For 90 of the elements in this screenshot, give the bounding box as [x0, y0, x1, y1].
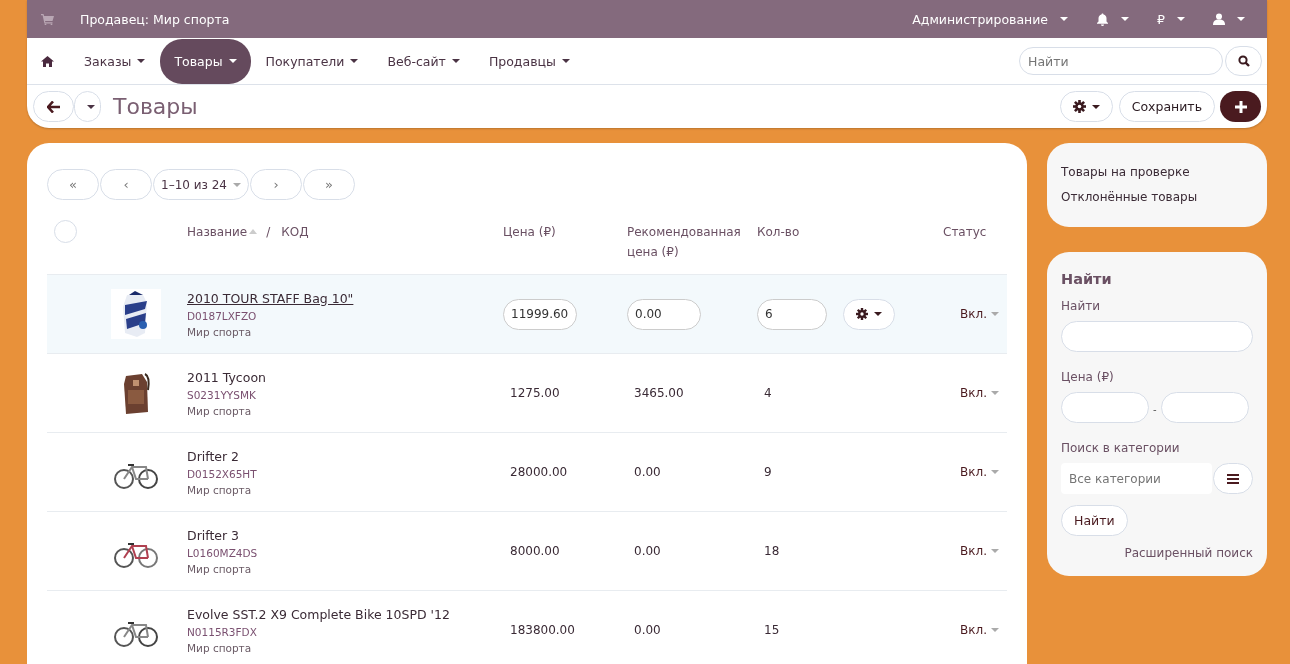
find-input[interactable] [1061, 321, 1253, 352]
product-name-link[interactable]: Drifter 2 [187, 448, 240, 464]
list-price-cell-text: 3465.00 [633, 386, 684, 400]
product-code: D0187LXFZO [187, 309, 257, 322]
product-code: N0115R3FDX [187, 625, 257, 638]
range-dash: - [1153, 404, 1157, 415]
status-column-header[interactable]: Статус [943, 225, 987, 239]
price-input[interactable]: 11999.60 [503, 298, 577, 330]
price-from-input[interactable] [1061, 392, 1149, 423]
status-dropdown[interactable]: Вкл. [960, 386, 999, 400]
advanced-search-link[interactable]: Расширенный поиск [1124, 546, 1253, 560]
list-price-cell-text: 0.00 [633, 465, 661, 479]
quantity-cell-text: 4 [763, 386, 772, 400]
list-price-cell-text: 0.00 [633, 544, 661, 558]
code-column-header[interactable]: КОД [281, 222, 309, 242]
home-icon[interactable] [41, 55, 54, 67]
nav-tab[interactable]: Заказы [70, 38, 160, 84]
vendor-name: Мир спорта [187, 404, 252, 417]
product-name-link[interactable]: Evolve SST.2 X9 Complete Bike 10SPD '12 [187, 606, 450, 622]
history-dropdown[interactable] [74, 91, 101, 122]
status-dropdown[interactable]: Вкл. [960, 307, 999, 321]
list-price-cell-text: 0.00 [633, 623, 661, 637]
vendor-name: Мир спорта [187, 641, 252, 654]
user-menu[interactable] [1213, 13, 1245, 25]
nav-tab[interactable]: Покупатели [251, 38, 373, 84]
quantity-cell-text: 15 [763, 623, 780, 637]
product-code: S0231YYSMK [187, 388, 256, 401]
quantity-column-header[interactable]: Кол-во [757, 225, 800, 239]
vendor-name: Мир спорта [187, 483, 252, 496]
search-submit-button[interactable]: Найти [1061, 505, 1128, 536]
search-button[interactable] [1225, 46, 1262, 76]
list-price-input[interactable]: 0.00 [627, 298, 701, 330]
product-code: L0160MZ4DS [187, 546, 258, 559]
first-page-button[interactable]: « [47, 169, 99, 200]
sidebar-link[interactable]: Отклонённые товары [1061, 190, 1253, 204]
price-cell-text: 183800.00 [509, 623, 575, 637]
arrow-left-icon [47, 100, 60, 113]
field-label: Найти [1061, 299, 1101, 313]
vendor-title: Продавец: Мир спорта [80, 11, 230, 27]
field-label: Цена (₽) [1061, 370, 1115, 384]
currency-menu[interactable]: ₽ [1157, 11, 1185, 27]
name-column-header[interactable]: Название [187, 222, 248, 242]
product-name-link[interactable]: 2011 Tycoon [187, 369, 266, 385]
user-icon [1213, 13, 1225, 25]
price-to-input[interactable] [1160, 392, 1249, 423]
admin-menu[interactable]: Администрирование [912, 11, 1069, 27]
price-column-header[interactable]: Цена (₽) [503, 225, 556, 239]
add-button[interactable] [1220, 91, 1261, 122]
gear-icon [856, 308, 868, 320]
status-dropdown[interactable]: Вкл. [960, 623, 999, 637]
product-code: D0152X65HT [187, 467, 257, 480]
product-name-link[interactable]: 2010 TOUR STAFF Bag 10" [187, 290, 354, 306]
nav-tab[interactable]: Товары [160, 38, 251, 84]
status-dropdown[interactable]: Вкл. [960, 544, 999, 558]
last-page-button[interactable]: » [303, 169, 355, 200]
search-field[interactable]: Найти [1019, 47, 1223, 75]
quantity-input[interactable]: 6 [757, 298, 827, 330]
price-cell-text: 28000.00 [509, 465, 568, 479]
category-input[interactable]: Все категории [1061, 463, 1212, 494]
product-name-link[interactable]: Drifter 3 [187, 527, 240, 543]
notifications-button[interactable] [1096, 12, 1130, 26]
save-button[interactable]: Сохранить [1118, 91, 1215, 122]
vendor-name: Мир спорта [187, 325, 252, 338]
sort-icon [249, 229, 258, 234]
quantity-cell-text: 18 [763, 544, 780, 558]
next-page-button[interactable]: › [250, 169, 302, 200]
price-cell-text: 8000.00 [509, 544, 560, 558]
search-panel-title: Найти [1061, 271, 1113, 287]
quantity-cell-text: 9 [763, 465, 772, 479]
nav-tab[interactable]: Веб-сайт [373, 38, 474, 84]
page-title: Товары [113, 94, 198, 119]
menu-button[interactable] [1213, 463, 1253, 494]
back-button[interactable] [33, 91, 74, 122]
plus-icon [1234, 100, 1247, 113]
bell-icon [1096, 12, 1110, 26]
vendor-name: Мир спорта [187, 562, 252, 575]
search-icon [1237, 55, 1250, 67]
header-separator: / [266, 224, 271, 241]
previous-page-button[interactable]: ‹ [100, 169, 152, 200]
list-price-column-header[interactable]: Рекомендованная цена (₽) [627, 222, 745, 262]
sidebar-link[interactable]: Товары на проверке [1061, 165, 1253, 179]
gear-icon [1072, 100, 1086, 113]
field-label: Поиск в категории [1061, 441, 1181, 455]
status-dropdown[interactable]: Вкл. [960, 465, 999, 479]
price-cell-text: 1275.00 [509, 386, 560, 400]
menu-icon [1227, 473, 1239, 484]
page-range-dropdown[interactable]: 1–10 из 24 [153, 169, 249, 200]
nav-tab[interactable]: Продавцы [474, 38, 584, 84]
settings-button[interactable] [1059, 91, 1113, 122]
row-settings-button[interactable] [843, 298, 895, 330]
